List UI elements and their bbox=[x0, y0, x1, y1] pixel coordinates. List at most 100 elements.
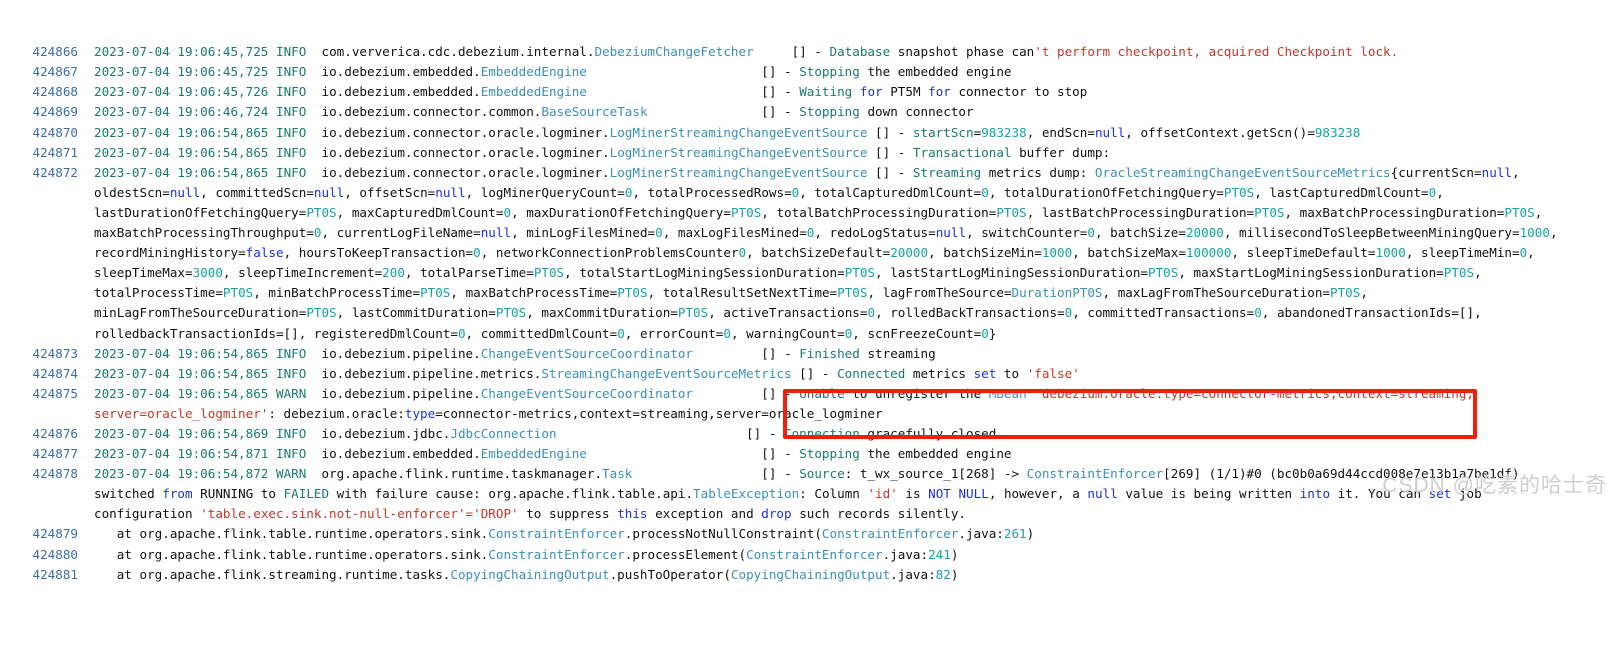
log-token: connector to stop bbox=[950, 84, 1088, 100]
log-token: 0 bbox=[867, 305, 876, 321]
log-token: , maxCommitDuration= bbox=[526, 305, 678, 321]
log-line: 424876 2023-07-04 19:06:54,869 INFO io.d… bbox=[0, 424, 1621, 444]
log-token: : debezium.oracle: bbox=[268, 405, 405, 421]
log-line: lastDurationOfFetchingQuery=PT0S, maxCap… bbox=[0, 203, 1621, 223]
log-token: 2023-07-04 19:06:54,865 bbox=[94, 365, 276, 381]
watermark-text: CSDN @吃素的哈士奇 bbox=[1382, 473, 1607, 497]
log-token: EmbeddedEngine bbox=[480, 84, 587, 100]
log-token: totalProcessTime= bbox=[94, 285, 223, 301]
log-token: 1000 bbox=[1375, 245, 1406, 261]
log-token: startScn bbox=[912, 124, 974, 140]
log-token: such records silently. bbox=[791, 506, 966, 522]
gutter-spacer bbox=[78, 203, 94, 223]
log-token: , committedDmlCount= bbox=[465, 325, 618, 341]
log-line: 424880 at org.apache.flink.table.runtime… bbox=[0, 545, 1621, 565]
log-line: 424871 2023-07-04 19:06:54,865 INFO io.d… bbox=[0, 143, 1621, 163]
log-token: INFO bbox=[275, 365, 307, 381]
log-token: FAILED bbox=[283, 486, 330, 502]
log-token bbox=[852, 84, 860, 99]
log-line-content: 2023-07-04 19:06:45,726 INFO io.debezium… bbox=[94, 84, 1087, 99]
log-token: null bbox=[1094, 124, 1126, 140]
log-token: metrics bbox=[905, 365, 974, 381]
log-token: PT0S bbox=[1443, 265, 1475, 281]
log-line: 424878 2023-07-04 19:06:54,872 WARN org.… bbox=[0, 464, 1621, 484]
log-token: , sleepTimeIncrement= bbox=[222, 265, 383, 281]
gutter-spacer bbox=[78, 444, 94, 464]
gutter-spacer bbox=[78, 163, 94, 183]
log-token: io.debezium.embedded. bbox=[306, 446, 481, 462]
log-token: ChangeEventSourceCoordinator bbox=[480, 345, 694, 361]
log-token: BaseSourceTask bbox=[541, 104, 648, 120]
log-token: Source bbox=[799, 466, 845, 482]
line-number: 424877 bbox=[32, 446, 79, 462]
log-token: INFO bbox=[275, 124, 307, 140]
log-token: JdbcConnection bbox=[450, 425, 557, 441]
line-number: 424878 bbox=[32, 466, 79, 482]
log-line-content: 2023-07-04 19:06:46,724 INFO io.debezium… bbox=[94, 104, 974, 119]
log-line: server=oracle_logminer': debezium.oracle… bbox=[0, 404, 1621, 424]
log-line-content: 2023-07-04 19:06:54,865 INFO io.debezium… bbox=[94, 125, 1360, 140]
log-token: 0 bbox=[503, 204, 512, 220]
log-token: com.ververica.cdc.debezium.internal. bbox=[306, 44, 595, 60]
log-token: EmbeddedEngine bbox=[480, 64, 587, 80]
log-token: 2023-07-04 19:06:54,869 bbox=[94, 425, 276, 441]
log-token: to unregister the bbox=[844, 385, 989, 401]
log-token: Stopping bbox=[799, 104, 860, 120]
log-token: , abandonedTransactionIds=[], bbox=[1261, 305, 1482, 321]
log-token: 20000 bbox=[890, 245, 929, 261]
log-line-content: 2023-07-04 19:06:54,865 INFO io.debezium… bbox=[94, 346, 936, 361]
log-token: Streaming bbox=[912, 164, 982, 180]
log-line: 424879 at org.apache.flink.table.runtime… bbox=[0, 524, 1621, 544]
log-token: ) bbox=[950, 546, 959, 562]
log-token: 983238 bbox=[981, 124, 1027, 140]
log-line: totalProcessTime=PT0S, minBatchProcessTi… bbox=[0, 283, 1621, 303]
log-token: sleepTimeMax= bbox=[94, 265, 193, 281]
log-line-content: 2023-07-04 19:06:45,725 INFO io.debezium… bbox=[94, 64, 1012, 79]
log-token: PT0S bbox=[1254, 204, 1285, 220]
log-token: ConstraintEnforcer bbox=[488, 526, 625, 542]
log-console[interactable]: 424866 2023-07-04 19:06:45,725 INFO com.… bbox=[0, 0, 1621, 582]
log-token: [] - bbox=[693, 385, 800, 401]
log-token: set bbox=[973, 365, 997, 381]
log-line: configuration 'table.exec.sink.not-null-… bbox=[0, 504, 1621, 524]
log-token: , lagFromTheSource= bbox=[867, 285, 1012, 301]
log-token: ) bbox=[950, 566, 959, 582]
log-token: ChangeEventSourceCoordinator bbox=[480, 385, 694, 401]
log-token: 20000 bbox=[1185, 225, 1224, 241]
log-token: io.debezium.connector.common. bbox=[306, 104, 542, 120]
log-token: exception and bbox=[647, 506, 762, 522]
log-token: Task bbox=[602, 466, 633, 482]
log-line: 424868 2023-07-04 19:06:45,726 INFO io.d… bbox=[0, 82, 1621, 102]
log-line: 424869 2023-07-04 19:06:46,724 INFO io.d… bbox=[0, 102, 1621, 122]
log-line-content: 2023-07-04 19:06:54,871 INFO io.debezium… bbox=[94, 446, 1012, 461]
log-token: [] - bbox=[867, 124, 913, 140]
log-token: , totalStartLogMiningSessionDuration= bbox=[564, 265, 845, 281]
log-token: , totalParseTime= bbox=[404, 265, 534, 281]
log-token: null bbox=[1087, 486, 1118, 502]
log-token: .java: bbox=[890, 566, 936, 582]
log-token: =connector-metrics,context=streaming,ser… bbox=[435, 405, 883, 421]
log-token: , lastCapturedDmlCount= bbox=[1254, 184, 1429, 200]
log-token: at org.apache.flink.table.runtime.operat… bbox=[94, 526, 489, 542]
log-token: INFO bbox=[275, 164, 307, 180]
log-token: [] - bbox=[867, 144, 913, 160]
gutter-spacer bbox=[78, 143, 94, 163]
log-token: minLagFromTheSourceDuration= bbox=[94, 305, 307, 321]
log-token: DebeziumChangeFetcher bbox=[594, 44, 754, 60]
log-token: , hoursToKeepTransaction= bbox=[283, 245, 474, 261]
log-token: , bbox=[1527, 245, 1535, 261]
line-number: 424871 bbox=[32, 144, 79, 160]
log-token: 2023-07-04 19:06:54,865 bbox=[94, 345, 276, 361]
log-token: at org.apache.flink.streaming.runtime.ta… bbox=[94, 566, 451, 582]
log-line-content: totalProcessTime=PT0S, minBatchProcessTi… bbox=[94, 285, 1368, 300]
log-token: recordMiningHistory= bbox=[94, 245, 246, 261]
log-line-content: switched from RUNNING to FAILED with fai… bbox=[94, 486, 1482, 501]
gutter-spacer bbox=[78, 484, 94, 504]
log-token: 2023-07-04 19:06:45,725 bbox=[94, 44, 276, 60]
log-token: .processElement( bbox=[624, 546, 747, 562]
log-token: io.debezium.embedded. bbox=[306, 64, 481, 80]
log-token: 82 bbox=[935, 566, 951, 582]
log-token: , logMinerQueryCount= bbox=[465, 184, 625, 200]
log-token: drop bbox=[761, 506, 792, 522]
log-token: null bbox=[480, 225, 512, 241]
